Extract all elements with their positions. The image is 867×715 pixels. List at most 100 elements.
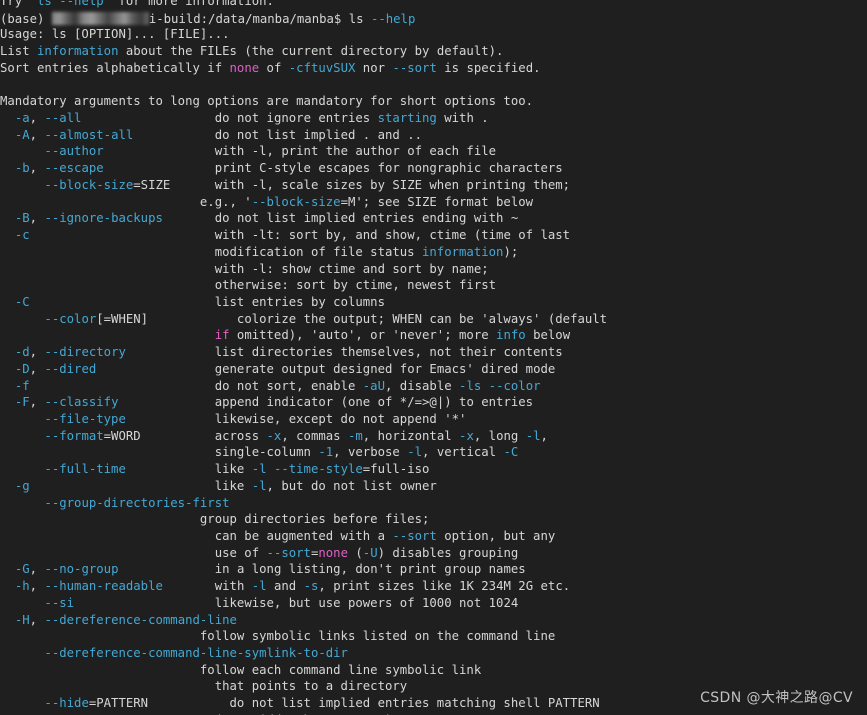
terminal-output[interactable]: Try 'ls --help' for more information. (ba… xyxy=(0,0,867,715)
terminal-line: --group-directories-first xyxy=(0,495,867,512)
plain-text: , xyxy=(540,428,548,443)
plain-text xyxy=(0,395,15,409)
plain-text: (base) xyxy=(0,11,52,26)
plain-text xyxy=(0,562,15,576)
plain-text: generate output designed for Emacs' dire… xyxy=(96,361,556,376)
plain-text: Try ' xyxy=(0,0,38,8)
option-flag-text: --ignore-backups xyxy=(44,211,163,226)
option-flag-text: -D xyxy=(14,361,30,376)
terminal-line: modification of file status information)… xyxy=(0,244,867,261)
plain-text: below xyxy=(525,328,571,343)
plain-text: with xyxy=(162,579,252,594)
plain-text xyxy=(0,462,44,476)
terminal-line: e.g., '--block-size=M'; see SIZE format … xyxy=(0,194,867,211)
plain-text: option, but any xyxy=(436,529,556,543)
plain-text: , xyxy=(29,562,45,577)
option-flag-text: --escape xyxy=(44,161,104,176)
plain-text: Mandatory arguments to long options are … xyxy=(0,94,534,109)
plain-text: otherwise: sort by ctime, newest first xyxy=(0,278,497,293)
option-flag-text: info xyxy=(496,328,526,343)
plain-text: with . xyxy=(436,111,489,126)
plain-text: , xyxy=(29,612,45,627)
plain-text xyxy=(0,412,44,426)
plain-text: , xyxy=(29,579,45,594)
option-flag-text: --dereference-command-line-symlink-to-di… xyxy=(44,646,348,661)
option-flag-text: -g xyxy=(14,478,30,493)
plain-text: like xyxy=(125,462,252,477)
option-flag-text: -f xyxy=(14,378,30,393)
option-flag-text: information xyxy=(422,244,504,259)
plain-text: , xyxy=(29,111,45,126)
plain-text: follow each command line symbolic link xyxy=(0,662,482,677)
terminal-line: -a, --all do not ignore entries starting… xyxy=(0,110,867,127)
option-flag-text: --no-group xyxy=(44,562,119,577)
terminal-line: -A, --almost-all do not list implied . a… xyxy=(0,127,867,144)
plain-text: likewise, but use powers of 1000 not 102… xyxy=(74,595,519,610)
plain-text: do not list implied . and .. xyxy=(133,127,423,142)
plain-text: do not list implied entries ending with … xyxy=(162,211,519,226)
plain-text: modification of file status xyxy=(0,244,422,259)
option-flag-text: -U xyxy=(362,545,378,560)
plain-text: single-column xyxy=(0,445,319,460)
plain-text: of xyxy=(259,60,289,75)
plain-text: omitted), 'auto', or 'never'; more xyxy=(229,328,497,343)
plain-text xyxy=(0,696,44,710)
plain-text xyxy=(0,579,15,593)
terminal-line: List information about the FILEs (the cu… xyxy=(0,43,867,60)
plain-text: , horizontal xyxy=(362,428,460,443)
option-flag-text: --directory xyxy=(44,345,126,360)
plain-text: , xyxy=(29,161,45,176)
plain-text: Sort entries alphabetically if xyxy=(0,60,230,75)
literal-value-text: none xyxy=(318,545,348,560)
terminal-line: --author with -l, print the author of ea… xyxy=(0,143,867,160)
terminal-line: with -l: show ctime and sort by name; xyxy=(0,261,867,278)
plain-text: =full-iso xyxy=(362,462,430,477)
option-flag-text: --dereference-command-line xyxy=(44,612,237,627)
plain-text xyxy=(0,613,15,627)
option-flag-text: --block-size xyxy=(44,177,134,192)
terminal-line: -f do not sort, enable -aU, disable -ls … xyxy=(0,378,867,395)
option-flag-text: -C xyxy=(503,445,519,460)
option-flag-text: -B xyxy=(14,211,30,226)
option-flag-text: --color xyxy=(44,311,97,326)
option-flag-text: --human-readable xyxy=(44,579,163,594)
plain-text: is specified. xyxy=(436,60,541,75)
plain-text: , xyxy=(29,345,45,360)
terminal-line: single-column -1, verbose -l, vertical -… xyxy=(0,444,867,461)
option-flag-text: -b xyxy=(14,161,30,176)
plain-text: , verbose xyxy=(333,445,408,460)
plain-text: in a long listing, don't print group nam… xyxy=(118,562,526,577)
option-flag-text: --block-size xyxy=(251,194,341,209)
option-flag-text: information xyxy=(37,44,119,59)
plain-text: e.g., ' xyxy=(0,194,252,209)
terminal-line: --si likewise, but use powers of 1000 no… xyxy=(0,595,867,612)
option-flag-text: -l xyxy=(251,478,267,493)
plain-text: with -lt: sort by, and show, ctime (time… xyxy=(29,228,571,243)
plain-text: =M'; see SIZE format below xyxy=(340,194,534,209)
option-flag-text: starting xyxy=(377,111,437,126)
plain-text: follow symbolic links listed on the comm… xyxy=(0,629,556,644)
plain-text: list directories themselves, not their c… xyxy=(125,345,563,360)
plain-text: =SIZE with -l, scale sizes by SIZE when … xyxy=(133,177,571,192)
terminal-line: -g like -l, but do not list owner xyxy=(0,478,867,495)
plain-text xyxy=(0,312,44,326)
plain-text: [=WHEN] colorize the output; WHEN can be… xyxy=(96,311,608,326)
option-flag-text: --hide xyxy=(44,696,89,711)
plain-text xyxy=(0,111,15,125)
option-flag-text: --format xyxy=(44,428,104,443)
terminal-line: can be augmented with a --sort option, b… xyxy=(0,528,867,545)
option-flag-text: --sort xyxy=(392,529,437,543)
plain-text xyxy=(481,379,488,393)
terminal-line: Sort entries alphabetically if none of -… xyxy=(0,60,867,77)
option-flag-text: -h xyxy=(14,579,30,594)
plain-text: Usage: ls [OPTION]... [FILE]... xyxy=(0,27,230,42)
terminal-line: Usage: ls [OPTION]... [FILE]... xyxy=(0,26,867,43)
terminal-window[interactable]: Try 'ls --help' for more information. (ba… xyxy=(0,0,867,715)
plain-text: like xyxy=(29,478,252,493)
plain-text: , xyxy=(29,127,45,142)
terminal-line: --file-type likewise, except do not appe… xyxy=(0,411,867,428)
plain-text xyxy=(0,228,15,242)
terminal-line: --block-size=SIZE with -l, scale sizes b… xyxy=(0,177,867,194)
plain-text: likewise, except do not append '*' xyxy=(125,411,467,426)
option-flag-text: -d xyxy=(14,345,30,360)
